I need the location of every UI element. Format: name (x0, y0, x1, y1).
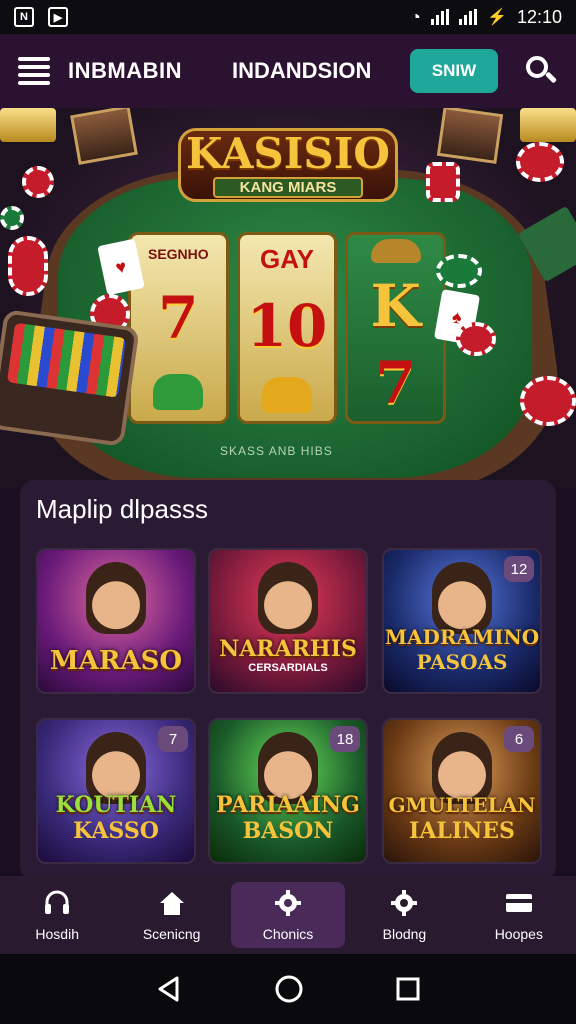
poker-chip (456, 322, 496, 356)
slot-reel: GAY 10 (236, 232, 338, 424)
back-icon[interactable] (155, 975, 183, 1003)
gear-icon (273, 888, 303, 918)
nav-label: Blodng (382, 926, 427, 942)
tile-title: GMULTELAN (388, 793, 536, 817)
tile-badge: 18 (330, 726, 360, 752)
tile-badge: 6 (504, 726, 534, 752)
poker-chip (0, 206, 24, 230)
signal-icon (431, 9, 450, 25)
logo-subtitle: KANG MIARS (213, 177, 363, 198)
poker-chip (22, 166, 54, 198)
nav-item-scenicng[interactable]: Scenicng (114, 876, 228, 954)
game-tile[interactable]: 12 MADRAMINO PASOAS (382, 548, 542, 694)
signin-button[interactable]: SNIW (410, 49, 498, 93)
hero-banner[interactable]: KASISIO KANG MIARS SEGNHO 7 GAY 10 K 7 S… (0, 108, 576, 488)
tile-title: KOUTIAN (55, 792, 177, 818)
nav-item-chonics[interactable]: Chonics (230, 882, 346, 948)
slot-reel: SEGNHO 7 (128, 232, 229, 424)
poker-chip (8, 236, 48, 296)
tablet-device (0, 309, 140, 447)
headset-icon (42, 888, 72, 918)
tile-subtitle: IALINES (409, 818, 515, 844)
slot-reel: K 7 (345, 232, 447, 424)
reel-symbol: 7 (158, 284, 199, 352)
top-nav: INBMABIN INDANDSION SNIW (0, 34, 576, 108)
reel-top: SEGNHO (147, 246, 209, 262)
settings-icon (389, 888, 419, 918)
panel-title: Maplip dlpasss (36, 494, 208, 524)
home-button-icon[interactable] (274, 974, 304, 1004)
reel-shape (262, 376, 312, 413)
nav-item-hoopes[interactable]: Hoopes (462, 876, 576, 954)
tile-subtitle: CERSARDIALS (248, 662, 328, 674)
reel-symbol: K (370, 271, 421, 340)
games-panel: Maplip dlpasss MARASO NARARHIS CERSARDIA… (20, 480, 556, 880)
game-tile[interactable]: 7 KOUTIAN KASSO (36, 718, 196, 864)
reel-shape (153, 374, 204, 410)
system-nav-bar (0, 954, 576, 1024)
play-icon: ▶ (48, 7, 68, 27)
poker-chip (436, 254, 482, 288)
tile-title: MADRAMINO (384, 625, 540, 649)
game-tile[interactable]: MARASO (36, 548, 196, 694)
logo-title: KASISIO (186, 129, 390, 178)
reel-symbol: 10 (246, 291, 328, 360)
home-icon (157, 888, 187, 918)
nav-item-hosdih[interactable]: Hosdih (0, 876, 114, 954)
search-icon[interactable] (524, 54, 558, 88)
nav-label: Scenicng (142, 926, 201, 942)
nav-label: Chonics (262, 926, 314, 942)
wifi-icon: ◔ (410, 6, 422, 27)
reel-shape (370, 239, 421, 264)
game-tile[interactable]: 18 PARIAAING BASON (208, 718, 368, 864)
status-bar: N ▶ ◔ ⚡ 12:10 (0, 0, 576, 34)
recents-icon[interactable] (395, 976, 421, 1002)
wallet-icon (504, 888, 534, 918)
tile-badge: 12 (504, 556, 534, 582)
poker-chip (520, 376, 576, 426)
game-tile[interactable]: 6 GMULTELAN IALINES (382, 718, 542, 864)
menu-icon[interactable] (18, 57, 50, 85)
table-caption: SKASS ANB HIBS (220, 444, 333, 458)
battery-icon: ⚡ (487, 9, 507, 26)
signal-icon-2 (459, 9, 478, 25)
portrait-photo (436, 108, 504, 164)
poker-chip (426, 162, 460, 202)
nav-label: Hosdih (35, 926, 79, 942)
nav-title-center[interactable]: INDANDSION (232, 58, 371, 84)
tile-title: NARARHIS (219, 636, 357, 662)
reel-top: GAY (260, 243, 314, 274)
poker-chip (516, 142, 564, 182)
tile-badge: 7 (158, 726, 188, 752)
nav-title-left[interactable]: INBMABIN (68, 58, 182, 84)
reel-symbol-bottom: 7 (375, 348, 416, 417)
notification-n-icon: N (14, 7, 34, 27)
slot-reels: SEGNHO 7 GAY 10 K 7 (128, 232, 447, 424)
character-icon (86, 562, 146, 634)
tile-subtitle: PASOAS (416, 650, 508, 674)
game-tile[interactable]: NARARHIS CERSARDIALS (208, 548, 368, 694)
bottom-nav: Hosdih Scenicng Chonics Blodng Hoopes (0, 876, 576, 954)
tile-title: MARASO (49, 646, 183, 676)
nav-label: Hoopes (494, 926, 543, 942)
lamp-icon (520, 108, 576, 142)
tile-subtitle: BASON (242, 818, 334, 844)
portrait-photo (70, 108, 138, 165)
tile-subtitle: KASSO (73, 818, 159, 844)
casino-logo: KASISIO KANG MIARS (178, 128, 398, 202)
lamp-icon (0, 108, 56, 142)
tile-title: PARIAAING (216, 792, 360, 818)
character-icon (258, 562, 318, 634)
nav-item-blodng[interactable]: Blodng (347, 876, 461, 954)
clock: 12:10 (516, 6, 562, 27)
